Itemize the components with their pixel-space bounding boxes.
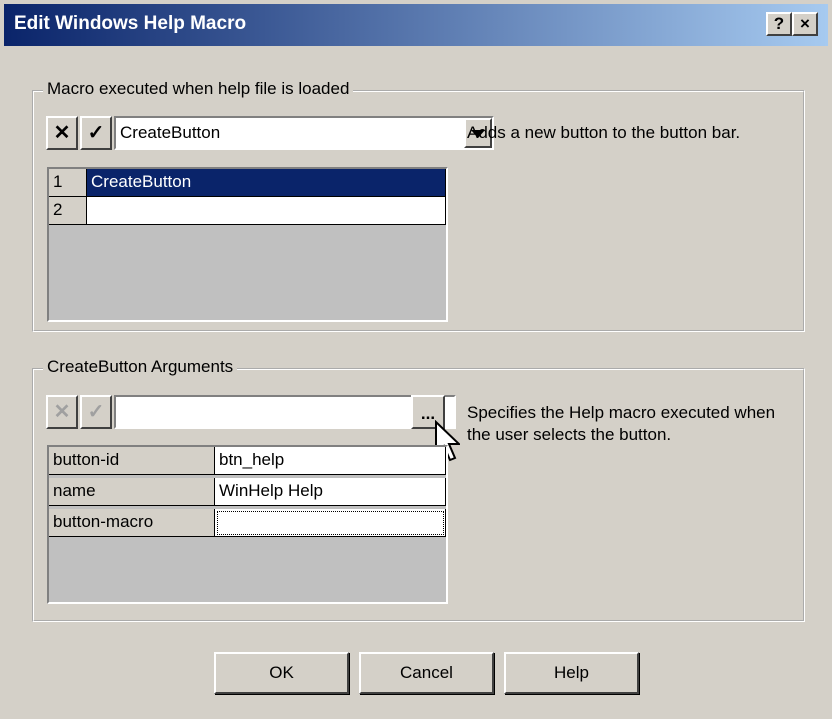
dialog-title: Edit Windows Help Macro (14, 13, 247, 34)
argument-name: button-id (49, 447, 215, 475)
arguments-grid[interactable]: button-id btn_help name WinHelp Help but… (47, 445, 448, 604)
arguments-group-label: CreateButton Arguments (43, 357, 238, 377)
accept-edit-icon[interactable]: ✓ (80, 116, 112, 150)
argument-row[interactable]: button-macro (49, 509, 446, 537)
macro-cell[interactable]: CreateButton (87, 169, 446, 197)
argument-value[interactable]: WinHelp Help (215, 478, 446, 506)
macro-combo-value: CreateButton (120, 123, 221, 142)
argument-value[interactable] (215, 509, 446, 537)
cancel-button[interactable]: Cancel (359, 652, 494, 694)
argument-name: button-macro (49, 509, 215, 537)
arguments-toolbar: ✕ ✓ ... (46, 395, 456, 429)
argument-row[interactable]: name WinHelp Help (49, 478, 446, 506)
dialog-window: Edit Windows Help Macro ? × Macro execut… (0, 0, 832, 719)
macro-description: Adds a new button to the button bar. (467, 123, 741, 142)
help-button[interactable]: Help (504, 652, 639, 694)
macro-group-label: Macro executed when help file is loaded (43, 79, 354, 99)
macro-row[interactable]: 2 (49, 197, 446, 225)
argument-name: name (49, 478, 215, 506)
argument-row[interactable]: button-id btn_help (49, 447, 446, 475)
macro-toolbar: ✕ ✓ CreateButton (46, 116, 494, 150)
row-number: 2 (49, 197, 87, 225)
macro-combo[interactable]: CreateButton (114, 116, 494, 150)
macro-grid[interactable]: 1 CreateButton 2 (47, 167, 448, 322)
macro-cell[interactable] (87, 197, 446, 225)
cancel-edit-icon[interactable]: ✕ (46, 116, 78, 150)
cancel-edit-icon: ✕ (46, 395, 78, 429)
ok-button[interactable]: OK (214, 652, 349, 694)
arguments-description: Specifies the Help macro executed when t… (467, 403, 776, 444)
row-number: 1 (49, 169, 87, 197)
title-bar[interactable]: Edit Windows Help Macro ? × (4, 4, 828, 46)
close-title-button[interactable]: × (792, 12, 818, 36)
macro-row[interactable]: 1 CreateButton (49, 169, 446, 197)
argument-input[interactable] (114, 395, 456, 429)
help-title-button[interactable]: ? (766, 12, 792, 36)
argument-value[interactable]: btn_help (215, 447, 446, 475)
accept-edit-icon: ✓ (80, 395, 112, 429)
